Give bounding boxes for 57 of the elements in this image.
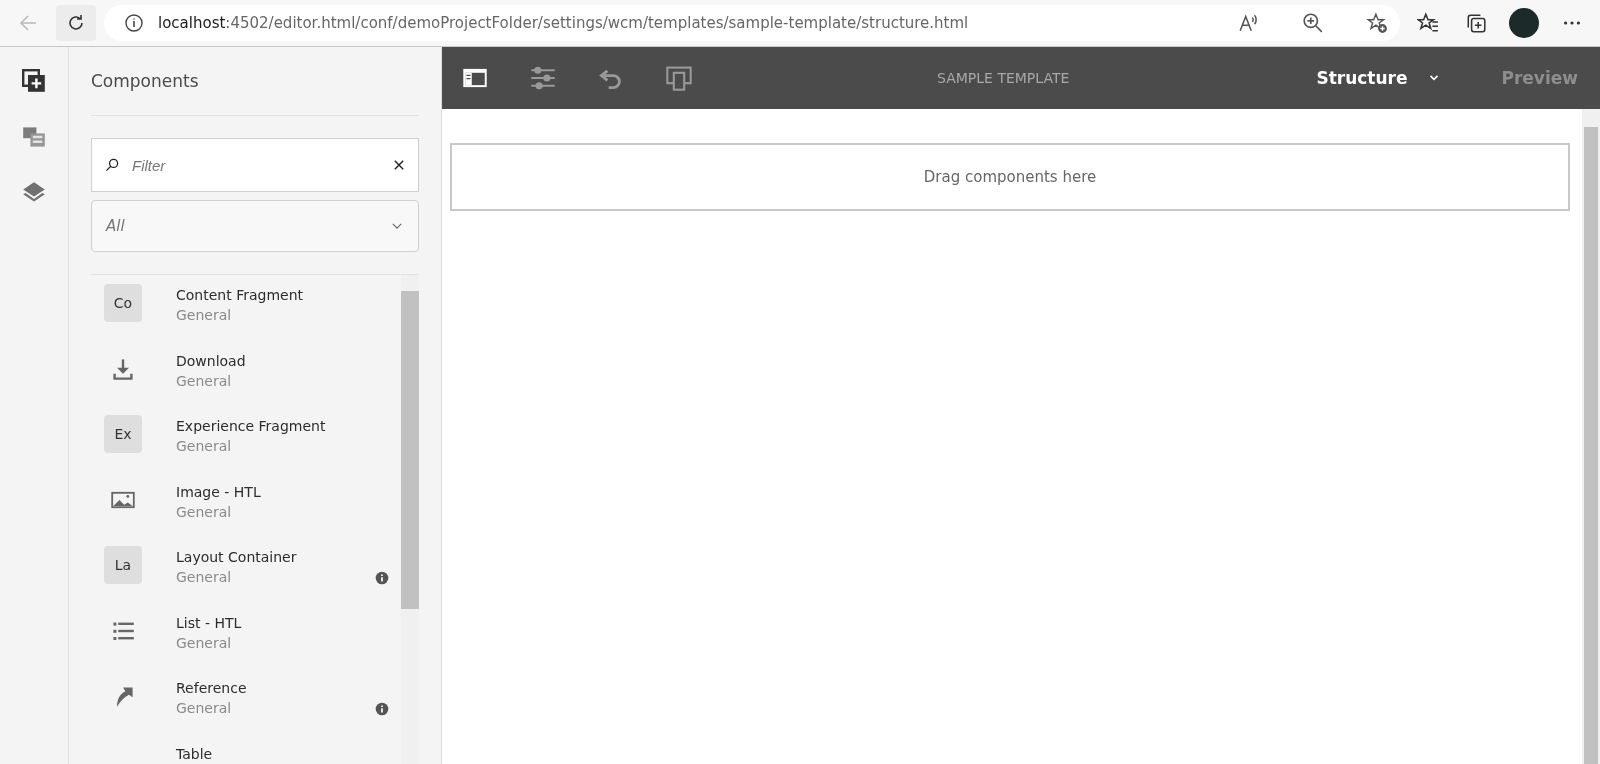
- component-name: List - HTL: [176, 613, 243, 633]
- more-icon: [1564, 21, 1580, 25]
- devices-icon: [666, 65, 692, 91]
- search-icon: [104, 157, 120, 173]
- component-item[interactable]: Reference General: [91, 676, 401, 742]
- collections-icon: [1465, 12, 1487, 34]
- component-abbreviation: Ex: [104, 415, 142, 453]
- refresh-icon: [66, 13, 86, 33]
- filter-field[interactable]: Filter: [130, 155, 382, 175]
- info-icon: [124, 13, 144, 33]
- template-title: SAMPLE TEMPLATE: [936, 70, 1071, 86]
- close-icon: [392, 158, 406, 172]
- panel-title: Components: [91, 47, 419, 116]
- add-component-icon: [22, 69, 46, 93]
- component-name: Image - HTL: [176, 482, 262, 502]
- info-icon: [375, 701, 389, 716]
- component-abbreviation: La: [104, 546, 142, 584]
- component-item[interactable]: List - HTL General: [91, 610, 401, 676]
- scrollbar[interactable]: [1582, 109, 1600, 764]
- address-bar[interactable]: localhost:4502/editor.html/conf/demoProjectFolder/settings/wcm/templates/sample-template/structure.html: [104, 5, 1400, 41]
- component-group: General: [176, 567, 342, 587]
- component-group: General: [176, 305, 389, 325]
- mode-dropdown[interactable]: Structure: [1310, 67, 1448, 89]
- component-item[interactable]: Image - HTL General: [91, 479, 401, 545]
- component-item[interactable]: Download General: [91, 348, 401, 414]
- component-name: Download: [176, 351, 247, 371]
- url-text: localhost:4502/editor.html/conf/demoProjectFolder/settings/wcm/templates/sample-template/structure.html: [158, 14, 970, 32]
- refresh-button[interactable]: [56, 5, 96, 41]
- download-icon: [111, 356, 135, 381]
- back-arrow-icon: [18, 13, 38, 33]
- component-item[interactable]: Table: [91, 741, 401, 764]
- info-icon: [375, 570, 389, 585]
- filter-box[interactable]: Filter: [91, 138, 419, 192]
- component-group: General: [176, 501, 389, 522]
- component-group: General: [176, 370, 389, 391]
- component-name: Experience Fragment: [176, 417, 327, 436]
- component-name: Table: [176, 744, 214, 764]
- component-name: Layout Container: [176, 548, 298, 567]
- component-item[interactable]: Ex Experience Fragment General: [91, 414, 401, 480]
- read-aloud-icon: [1238, 12, 1260, 34]
- avatar-icon: [1509, 8, 1539, 38]
- zoom-in-icon: [1302, 12, 1324, 34]
- component-abbreviation: Co: [104, 284, 142, 322]
- component-name: Content Fragment: [176, 286, 304, 305]
- component-item[interactable]: La Layout Container General: [91, 545, 401, 611]
- sliders-icon: [530, 65, 556, 91]
- component-group: General: [176, 632, 389, 653]
- scrollbar[interactable]: [401, 275, 419, 764]
- images-icon: [22, 125, 46, 149]
- component-name: Reference: [176, 679, 248, 698]
- star-add-icon: [1366, 12, 1388, 34]
- star-list-icon: [1417, 12, 1439, 34]
- component-group: General: [176, 436, 389, 456]
- drop-zone[interactable]: Drag components here: [450, 143, 1570, 211]
- component-item[interactable]: Co Content Fragment General: [91, 283, 401, 349]
- component-group: General: [176, 698, 342, 718]
- group-dropdown[interactable]: All: [91, 200, 419, 252]
